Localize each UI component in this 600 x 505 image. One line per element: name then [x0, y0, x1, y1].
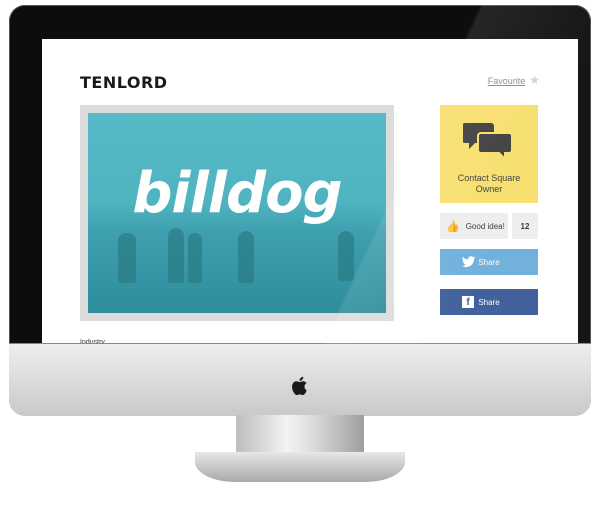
good-idea-button[interactable]: 👍 Good idea! — [440, 213, 508, 239]
chat-bubbles-icon — [463, 123, 513, 161]
star-icon[interactable]: ★ — [529, 73, 540, 87]
twitter-icon — [462, 256, 476, 268]
screen: TENLORD Favourite★ billdog Industry — [42, 39, 578, 346]
runner-figure — [338, 231, 354, 281]
contact-label-line2: Owner — [475, 184, 503, 194]
favourite-label[interactable]: Favourite — [488, 76, 526, 86]
contact-owner-label: Contact Square Owner — [440, 173, 538, 195]
twitter-share-label: Share — [478, 257, 500, 267]
contact-label-line1: Contact Square — [457, 173, 521, 183]
good-idea-count: 12 — [512, 213, 538, 239]
favourite-link[interactable]: Favourite ★ — [488, 73, 540, 87]
contact-owner-button[interactable]: Contact Square Owner — [440, 105, 538, 203]
hero-logo-text: billdog — [132, 161, 342, 226]
runner-figure — [188, 233, 202, 283]
runner-figure — [238, 231, 254, 283]
site-title: TENLORD — [80, 73, 168, 92]
thumbs-up-icon: 👍 — [446, 220, 460, 233]
runner-figure — [118, 233, 136, 283]
monitor-stand — [236, 415, 364, 455]
runner-figure — [168, 228, 184, 283]
hero-image: billdog — [88, 113, 386, 313]
facebook-share-button[interactable]: f Share — [440, 289, 538, 315]
apple-logo-icon — [292, 376, 307, 396]
hero-frame: billdog — [80, 105, 394, 321]
good-idea-label: Good idea! — [465, 221, 505, 231]
facebook-icon: f — [462, 296, 474, 308]
facebook-share-label: Share — [478, 297, 500, 307]
twitter-share-button[interactable]: Share — [440, 249, 538, 275]
monitor-stand-base — [195, 452, 405, 482]
